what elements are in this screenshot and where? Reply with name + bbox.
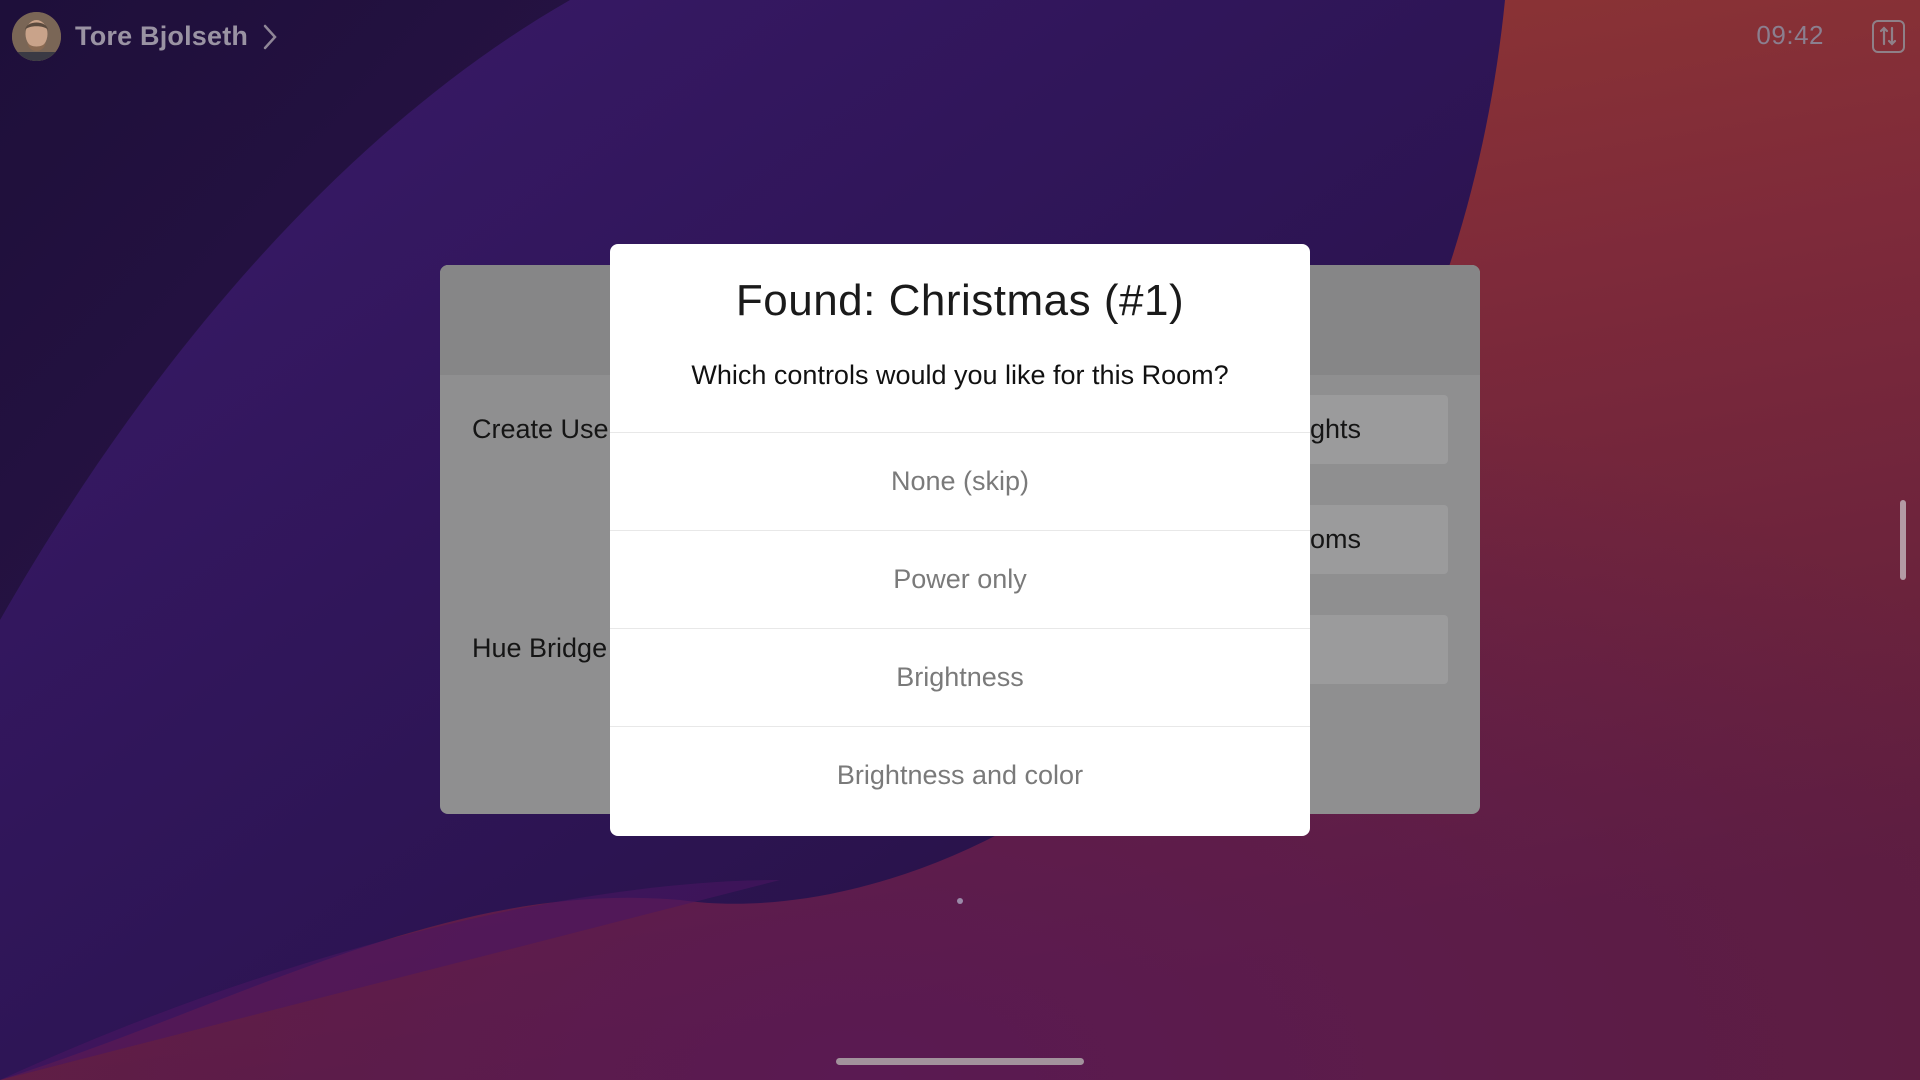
dialog-options: None (skip) Power only Brightness Bright… — [610, 432, 1310, 824]
user-profile-button[interactable]: Tore Bjolseth — [12, 12, 278, 61]
dialog-title: Found: Christmas (#1) — [735, 276, 1185, 325]
create-user-label: Create User — [472, 414, 618, 444]
user-name: Tore Bjolseth — [75, 21, 249, 51]
top-bar: Tore Bjolseth 09:42 — [0, 0, 1920, 72]
sliders-icon[interactable] — [1872, 20, 1905, 53]
user-avatar — [12, 12, 61, 61]
home-indicator[interactable] — [836, 1058, 1084, 1065]
clock: 09:42 — [1756, 20, 1824, 50]
room-controls-dialog: Found: Christmas (#1) Which controls wou… — [610, 244, 1310, 836]
option-none-skip[interactable]: None (skip) — [610, 432, 1310, 530]
chevron-right-icon — [263, 24, 277, 49]
hue-bridge-label: Hue Bridge — [472, 633, 608, 663]
option-brightness[interactable]: Brightness — [610, 628, 1310, 726]
lights-button-label: ghts — [1310, 414, 1362, 444]
page-indicator-dot — [957, 898, 963, 904]
rooms-button-label: oms — [1310, 524, 1362, 554]
option-brightness-and-color[interactable]: Brightness and color — [610, 726, 1310, 824]
option-power-only[interactable]: Power only — [610, 530, 1310, 628]
scroll-indicator[interactable] — [1900, 500, 1906, 580]
dialog-subtitle: Which controls would you like for this R… — [691, 360, 1229, 390]
